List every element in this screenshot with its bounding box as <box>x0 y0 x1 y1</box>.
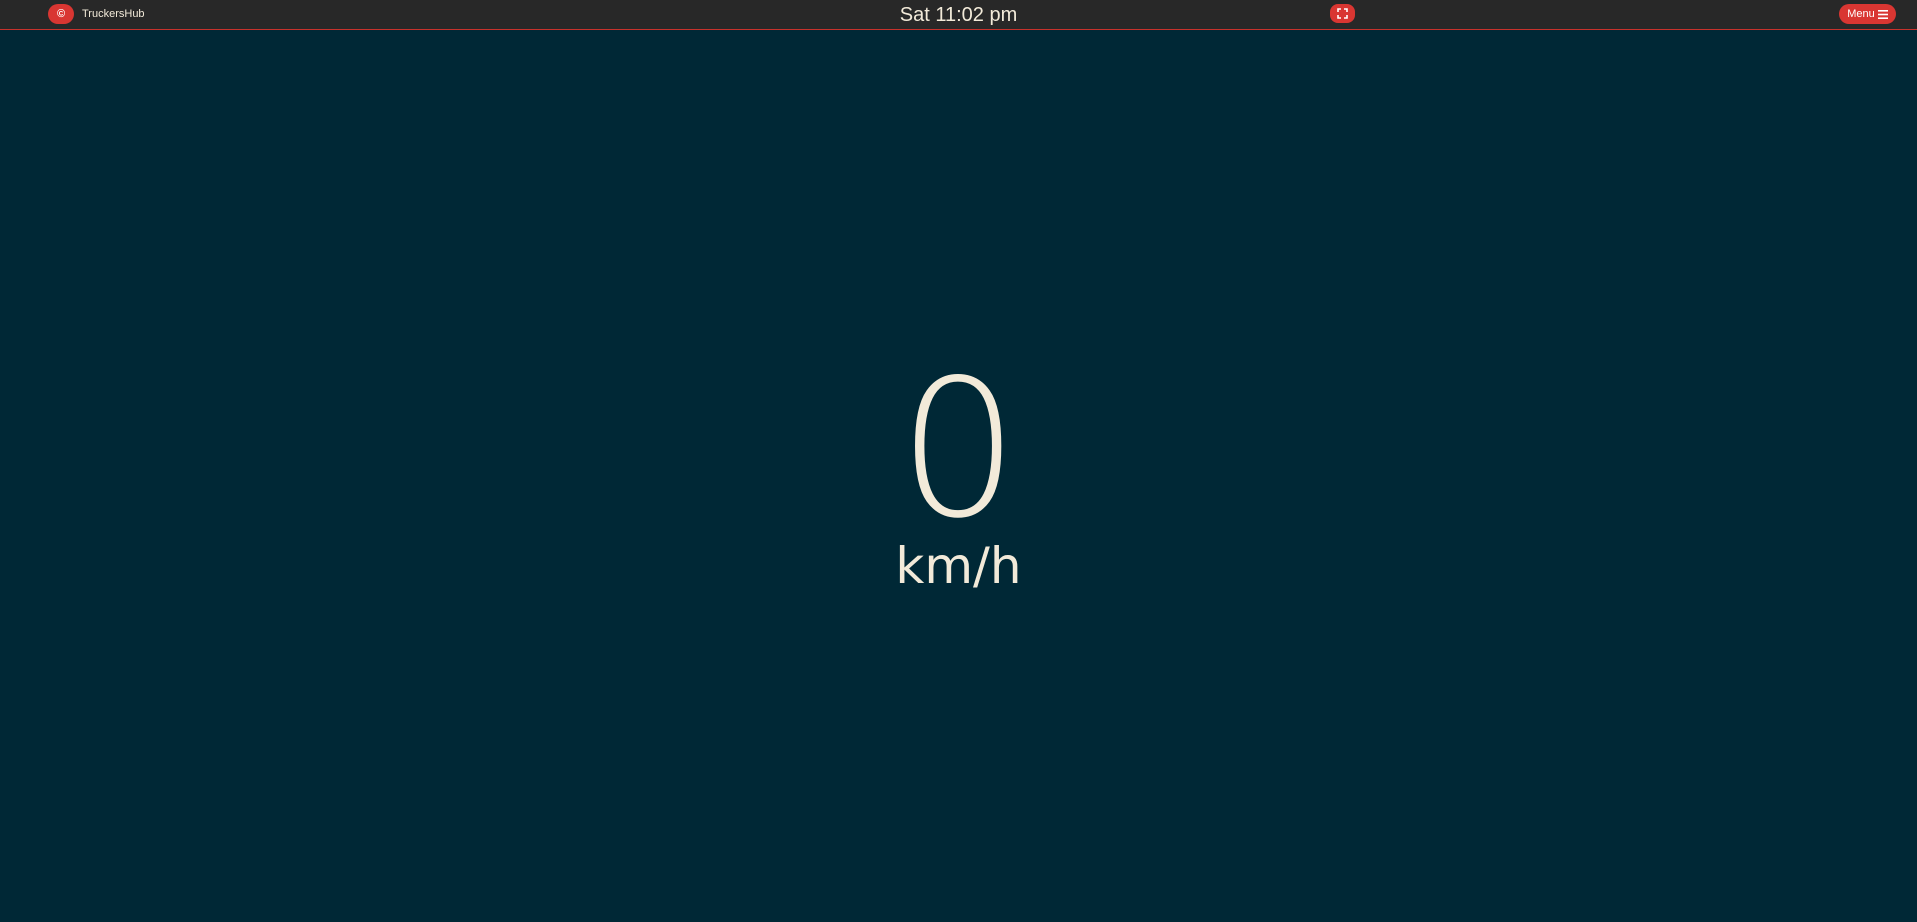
brand-name: TruckersHub <box>82 8 145 20</box>
clock: Sat 11:02 pm <box>899 4 1018 26</box>
hamburger-icon <box>1877 9 1888 19</box>
menu-button[interactable]: Menu <box>1839 4 1896 24</box>
fullscreen-icon <box>1337 8 1348 19</box>
speed-unit: km/h <box>895 537 1022 595</box>
speed-value: 0 <box>898 339 1019 560</box>
menu-label: Menu <box>1847 8 1875 20</box>
top-bar: © TruckersHub Sat 11:02 pm Menu <box>0 0 1917 30</box>
logo-icon: © <box>48 4 74 24</box>
logo-glyph: © <box>56 8 66 20</box>
brand-link[interactable]: © TruckersHub <box>48 3 145 25</box>
fullscreen-button[interactable] <box>1330 4 1355 23</box>
